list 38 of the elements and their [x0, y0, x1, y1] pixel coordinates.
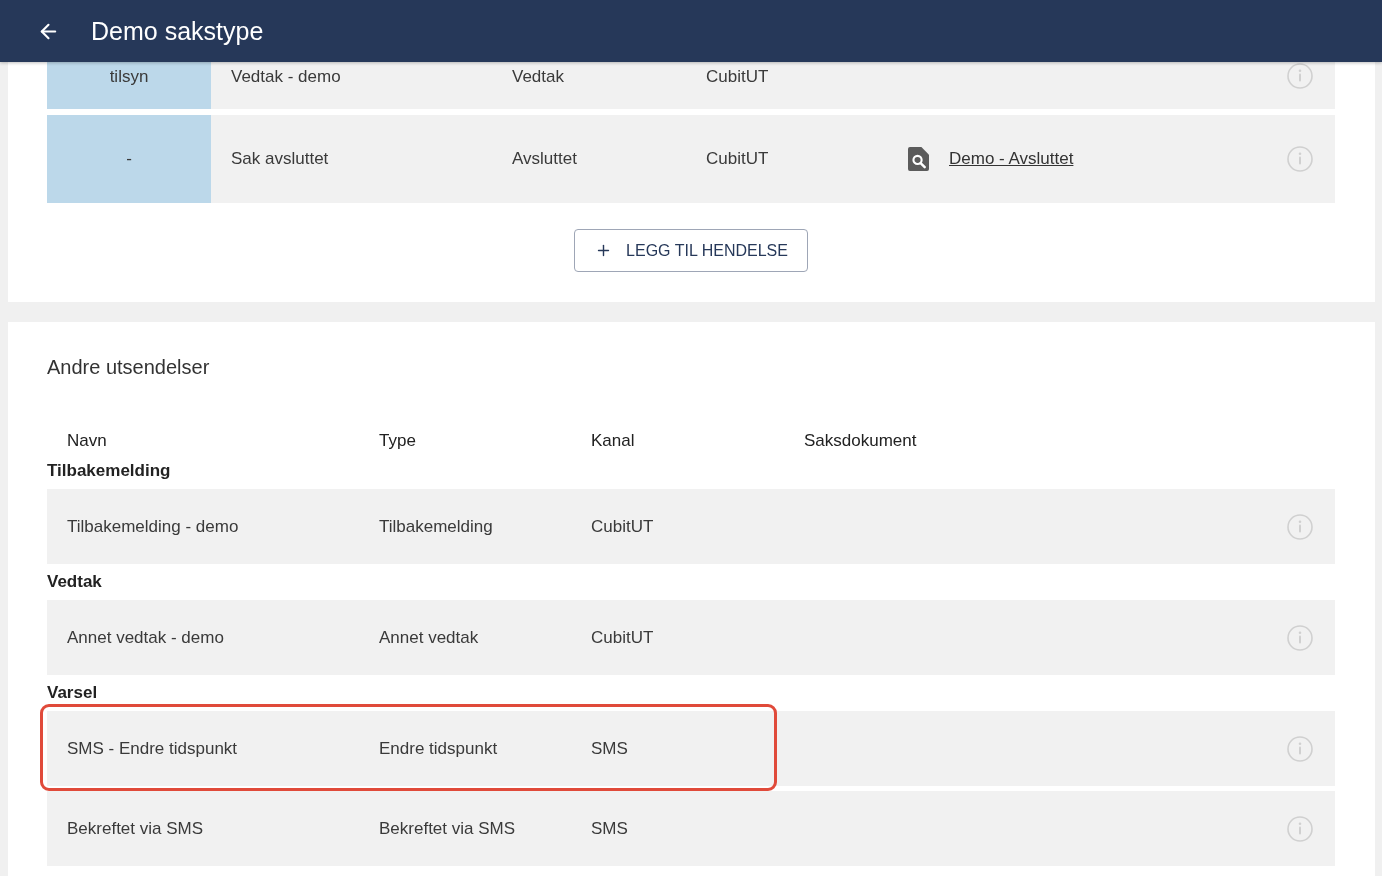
table-cell-text: SMS — [591, 817, 629, 840]
table-cell-text: Tilbakemelding - demo — [67, 515, 240, 538]
table-cell-text: Endre tidspunkt — [379, 737, 499, 760]
info-icon[interactable] — [1287, 146, 1313, 172]
group-label: Varsel — [47, 682, 99, 704]
page-title: Demo sakstype — [91, 16, 264, 47]
table-cell-text: CubitUT — [591, 515, 655, 538]
table-cell-text: Tilbakemelding — [379, 515, 494, 538]
table-cell-text: Bekreftet via SMS — [379, 817, 517, 840]
table-cell-text: Vedtak — [512, 66, 565, 88]
section-title: Andre utsendelser — [47, 355, 211, 380]
table-cell-text: CubitUT — [706, 148, 770, 170]
add-event-button[interactable]: LEGG TIL HENDELSE — [574, 229, 808, 272]
group-label: Vedtak — [47, 571, 103, 593]
table-cell: tilsyn — [47, 62, 211, 109]
column-header: Saksdokument — [804, 430, 917, 452]
table-cell-text: Sak avsluttet — [231, 148, 330, 170]
info-icon[interactable] — [1287, 63, 1313, 89]
table-cell-text: Annet vedtak — [379, 626, 480, 649]
table-cell-text: SMS — [591, 737, 629, 760]
column-header: Type — [379, 430, 417, 452]
table-cell-text: CubitUT — [706, 66, 770, 88]
info-icon[interactable] — [1287, 735, 1313, 762]
table-cell-text: Bekreftet via SMS — [67, 817, 205, 840]
table-cell-text: Annet vedtak - demo — [67, 626, 225, 649]
table-cell-text: SMS - Endre tidspunkt — [67, 737, 239, 760]
info-icon[interactable] — [1287, 624, 1313, 651]
document-link[interactable]: Demo - Avsluttet — [949, 147, 1074, 171]
column-header: Navn — [67, 430, 108, 452]
info-icon[interactable] — [1287, 513, 1313, 540]
table-cell-text: Vedtak - demo — [231, 66, 342, 88]
group-label: Tilbakemelding — [47, 460, 172, 482]
column-header: Kanal — [591, 430, 636, 452]
table-cell: - — [47, 115, 211, 203]
info-icon[interactable] — [1287, 815, 1313, 842]
table-cell-text: CubitUT — [591, 626, 655, 649]
table-cell-text: Avsluttet — [512, 148, 578, 170]
document-search-icon — [908, 147, 929, 171]
